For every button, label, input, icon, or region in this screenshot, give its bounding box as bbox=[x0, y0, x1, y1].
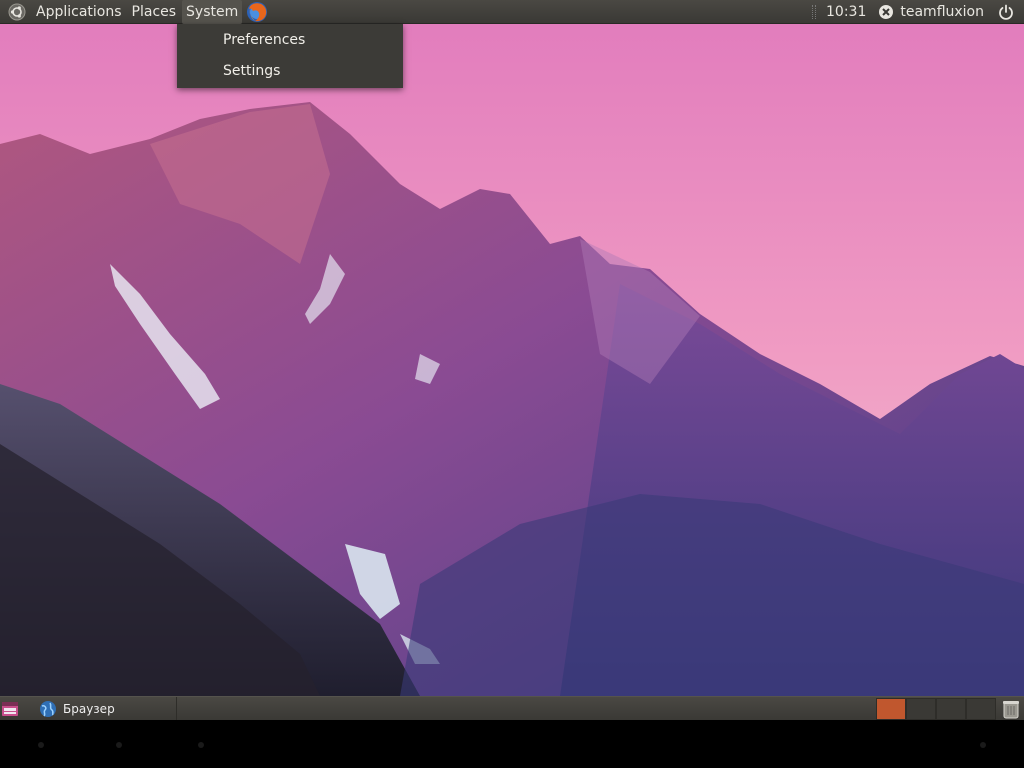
workspace-1[interactable] bbox=[876, 697, 906, 720]
task-browser-label: Браузер bbox=[63, 701, 115, 716]
task-browser-button[interactable]: Браузер bbox=[33, 696, 177, 721]
menu-places[interactable]: Places bbox=[128, 0, 181, 24]
mountain-wallpaper bbox=[0, 24, 1024, 696]
trash-icon[interactable] bbox=[1000, 698, 1022, 720]
desktop-wallpaper[interactable] bbox=[0, 24, 1024, 696]
globe-icon bbox=[40, 700, 56, 717]
workspace-3[interactable] bbox=[936, 697, 966, 720]
user-menu[interactable]: teamfluxion bbox=[900, 0, 988, 24]
clock[interactable]: 10:31 bbox=[822, 0, 870, 24]
power-icon[interactable] bbox=[998, 4, 1014, 20]
bezel-dot bbox=[116, 742, 122, 748]
bezel-dot bbox=[38, 742, 44, 748]
menu-applications[interactable]: Applications bbox=[32, 0, 126, 24]
menu-item-settings[interactable]: Settings bbox=[223, 61, 280, 81]
bezel-dot bbox=[980, 742, 986, 748]
workspace-4[interactable] bbox=[966, 697, 996, 720]
top-panel: Applications Places System 10:31 teamflu… bbox=[0, 0, 1024, 24]
menu-item-preferences[interactable]: Preferences bbox=[223, 30, 305, 50]
firefox-icon[interactable] bbox=[246, 1, 268, 23]
workspace-switcher bbox=[876, 697, 996, 720]
bottom-panel: Браузер bbox=[0, 696, 1024, 721]
workspace-2[interactable] bbox=[906, 697, 936, 720]
show-desktop-icon[interactable] bbox=[1, 700, 19, 718]
ubuntu-logo-icon[interactable] bbox=[8, 3, 26, 21]
bezel-dot bbox=[198, 742, 204, 748]
menu-system[interactable]: System bbox=[182, 0, 243, 24]
system-menu-dropdown: Preferences Settings bbox=[177, 24, 403, 88]
x-icon[interactable] bbox=[878, 4, 894, 20]
tray-handle[interactable] bbox=[812, 4, 817, 19]
bottom-bezel bbox=[0, 720, 1024, 768]
